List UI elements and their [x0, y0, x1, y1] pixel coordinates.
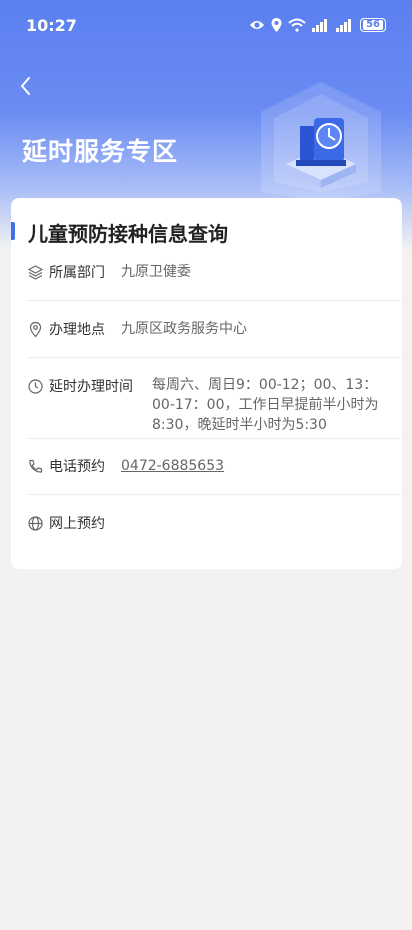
signal-icon-1 — [312, 19, 328, 32]
page-title: 延时服务专区 — [22, 137, 179, 166]
status-time: 10:27 — [26, 15, 77, 35]
location-value: 九原区政务服务中心 — [121, 321, 247, 337]
row-phone-booking: 电话预约 0472-6885653 — [27, 456, 401, 496]
eye-icon — [250, 21, 265, 29]
row-extended-hours: 延时办理时间 每周六、周日9：00-12；00、13：00-17：00，工作日早… — [27, 376, 401, 440]
back-arrow-icon[interactable] — [14, 74, 38, 98]
extended-hours-label: 延时办理时间 — [49, 379, 133, 395]
location-pin-icon — [271, 18, 282, 32]
divider — [27, 357, 401, 358]
service-building-illustration — [261, 82, 381, 202]
extended-hours-value: 每周六、周日9：00-12；00、13：00-17：00，工作日早提前半小时为8… — [152, 377, 379, 433]
row-location: 办理地点 九原区政务服务中心 — [27, 319, 401, 359]
service-info-card: 儿童预防接种信息查询 所属部门 九原卫健委 办理地点 九原区政务服务中心 延时办… — [11, 198, 402, 569]
divider — [27, 438, 401, 439]
card-title: 儿童预防接种信息查询 — [28, 222, 228, 246]
battery-indicator: 56 — [360, 18, 386, 32]
department-label: 所属部门 — [49, 265, 105, 281]
status-icons: 56 — [249, 18, 386, 32]
wifi-icon — [288, 18, 306, 32]
phone-label: 电话预约 — [49, 459, 105, 475]
divider — [27, 494, 401, 495]
clock-icon — [28, 379, 43, 394]
online-booking-label[interactable]: 网上预约 — [49, 513, 105, 533]
status-bar: 10:27 56 — [0, 0, 412, 50]
globe-icon — [28, 516, 43, 531]
battery-level: 56 — [363, 20, 383, 30]
row-online-booking[interactable]: 网上预约 — [27, 513, 401, 543]
phone-number-link[interactable]: 0472-6885653 — [121, 456, 224, 476]
location-label: 办理地点 — [49, 322, 105, 338]
location-icon — [29, 321, 42, 338]
phone-icon — [29, 459, 43, 473]
title-accent-bar — [11, 222, 15, 240]
divider — [27, 300, 401, 301]
row-department: 所属部门 九原卫健委 — [27, 262, 401, 302]
layers-icon — [27, 265, 44, 280]
department-value: 九原卫健委 — [121, 264, 191, 280]
signal-icon-2 — [336, 19, 352, 32]
